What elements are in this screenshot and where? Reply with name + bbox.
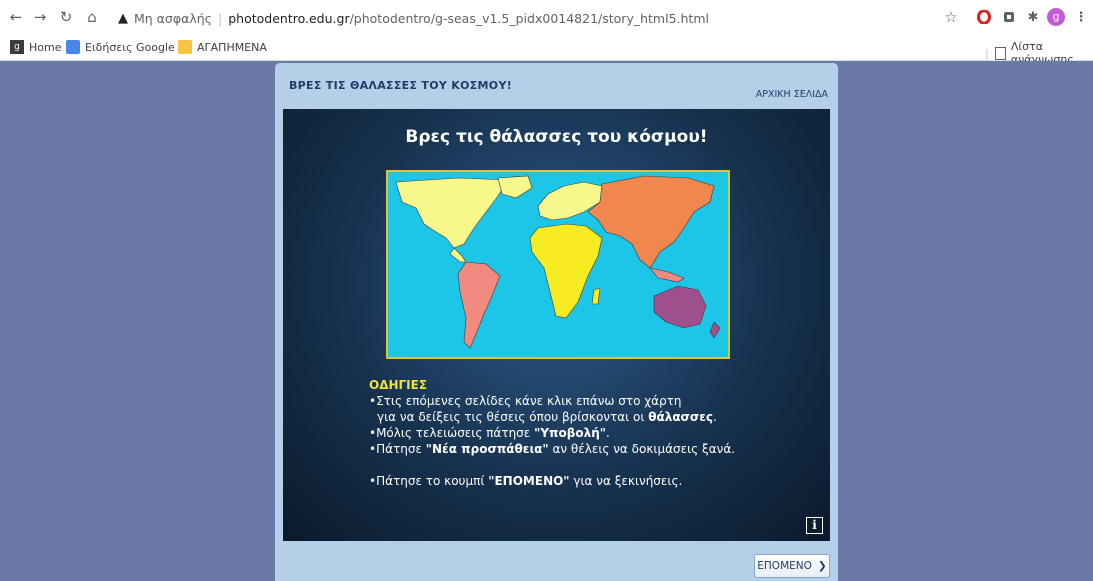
page-background: ΒΡΕΣ ΤΙΣ ΘΑΛΑΣΣΕΣ ΤΟΥ ΚΟΣΜΟΥ! ΑΡΧΙΚΗ ΣΕΛ… (0, 61, 1093, 581)
extension-icon[interactable] (1000, 8, 1018, 26)
bookmark-label: Ειδήσεις Google (85, 40, 175, 54)
url-domain: photodentro.edu.gr (228, 10, 350, 26)
instruction-text: για να ξεκινήσεις. (569, 474, 683, 488)
instructions: ΟΔΗΓΙΕΣ •Στις επόμενες σελίδες κάνε κλικ… (369, 377, 735, 489)
player-frame: ΒΡΕΣ ΤΙΣ ΘΑΛΑΣΣΕΣ ΤΟΥ ΚΟΣΜΟΥ! ΑΡΧΙΚΗ ΣΕΛ… (275, 63, 838, 581)
bookmark-label: ΑΓΑΠΗΜΕΝΑ (197, 40, 267, 54)
profile-initial: g (1047, 8, 1065, 26)
next-button[interactable]: ΕΠΟΜΕΝΟ ❯ (754, 554, 830, 578)
instruction-text: . (713, 410, 717, 424)
instruction-line-5: •Πάτησε το κουμπί "ΕΠΟΜΕΝΟ" για να ξεκιν… (369, 473, 735, 489)
instruction-text: αν θέλεις να δοκιμάσεις ξανά. (548, 442, 736, 456)
instruction-spacer (369, 457, 735, 473)
instruction-emphasis: "Υποβολή" (534, 426, 606, 440)
home-bookmark-icon: g (10, 40, 24, 54)
australia-shape (653, 285, 707, 329)
africa-shape (529, 223, 603, 319)
info-button[interactable]: i (806, 517, 823, 534)
instruction-line-3: •Μόλις τελειώσεις πάτησε "Υποβολή". (369, 425, 735, 441)
greenland-shape (497, 175, 533, 199)
security-label: Μη ασφαλής (134, 10, 212, 26)
central-america-shape (449, 247, 467, 263)
bookmark-google-news[interactable]: Ειδήσεις Google (66, 40, 175, 54)
bookmark-home[interactable]: g Home (10, 40, 61, 54)
puzzle-icon[interactable]: ✱ (1024, 8, 1042, 26)
instruction-line-2: για να δείξεις τις θέσεις όπου βρίσκοντα… (369, 409, 735, 425)
instruction-emphasis: θάλασσες (648, 410, 714, 424)
madagascar-shape (591, 287, 601, 305)
reading-list-icon (994, 46, 1006, 60)
instruction-text: Πάτησε (376, 442, 426, 456)
course-title: ΒΡΕΣ ΤΙΣ ΘΑΛΑΣΣΕΣ ΤΟΥ ΚΟΣΜΟΥ! (289, 79, 513, 92)
bookmark-folder-favorites[interactable]: ΑΓΑΠΗΜΕΝΑ (178, 40, 267, 54)
home-page-link[interactable]: ΑΡΧΙΚΗ ΣΕΛΙΔΑ (756, 89, 828, 100)
chevron-right-icon: ❯ (817, 560, 827, 572)
browser-toolbar: ← → ↻ ⌂ ▲ Μη ασφαλής | photodentro.edu.g… (0, 0, 1093, 37)
instruction-emphasis: "ΕΠΟΜΕΝΟ" (488, 474, 570, 488)
slide-stage: Βρες τις θάλασσες του κόσμου! ΟΔΗΓΙΕΣ •Σ… (283, 109, 830, 541)
instruction-text: . (606, 426, 610, 440)
folder-icon (178, 40, 192, 54)
instruction-line-4: •Πάτησε "Νέα προσπάθεια" αν θέλεις να δο… (369, 441, 735, 457)
new-zealand-shape (709, 321, 721, 339)
menu-icon[interactable]: ⋮ (1072, 8, 1090, 26)
next-button-label: ΕΠΟΜΕΝΟ (757, 560, 812, 572)
google-news-icon (66, 40, 80, 54)
home-icon[interactable]: ⌂ (82, 8, 102, 26)
slide-title: Βρες τις θάλασσες του κόσμου! (405, 127, 708, 147)
reload-icon[interactable]: ↻ (56, 8, 76, 26)
north-america-shape (395, 177, 509, 249)
instruction-emphasis: "Νέα προσπάθεια" (425, 442, 549, 456)
warning-icon[interactable]: ▲ (118, 11, 128, 26)
opera-extension-icon[interactable] (975, 8, 993, 26)
world-map (386, 170, 730, 359)
instruction-text: Πάτησε το κουμπί (376, 474, 489, 488)
divider: | (985, 46, 989, 60)
forward-icon[interactable]: → (30, 8, 50, 26)
instruction-text: Μόλις τελειώσεις πάτησε (376, 426, 535, 440)
url-path: /photodentro/g-seas_v1.5_pidx0014821/sto… (349, 10, 709, 26)
bookmark-label: Home (29, 40, 62, 54)
south-america-shape (457, 261, 501, 349)
instructions-heading: ΟΔΗΓΙΕΣ (369, 378, 428, 392)
instruction-text: για να δείξεις τις θέσεις όπου βρίσκοντα… (377, 410, 649, 424)
world-map-svg (395, 175, 721, 349)
back-icon[interactable]: ← (6, 8, 26, 26)
bookmark-star-icon[interactable]: ☆ (942, 8, 960, 26)
profile-avatar[interactable]: g (1047, 8, 1065, 26)
instruction-text: Στις επόμενες σελίδες κάνε κλικ επάνω στ… (376, 394, 682, 408)
asia-shape (587, 175, 715, 269)
indonesia-shape (649, 267, 685, 283)
bookmarks-bar: g Home Ειδήσεις Google ΑΓΑΠΗΜΕΝΑ | Λίστα… (0, 36, 1093, 66)
instruction-line-1: •Στις επόμενες σελίδες κάνε κλικ επάνω σ… (369, 393, 735, 409)
address-bar[interactable]: ▲ Μη ασφαλής | photodentro.edu.gr /photo… (118, 6, 709, 30)
address-separator: | (218, 10, 223, 26)
